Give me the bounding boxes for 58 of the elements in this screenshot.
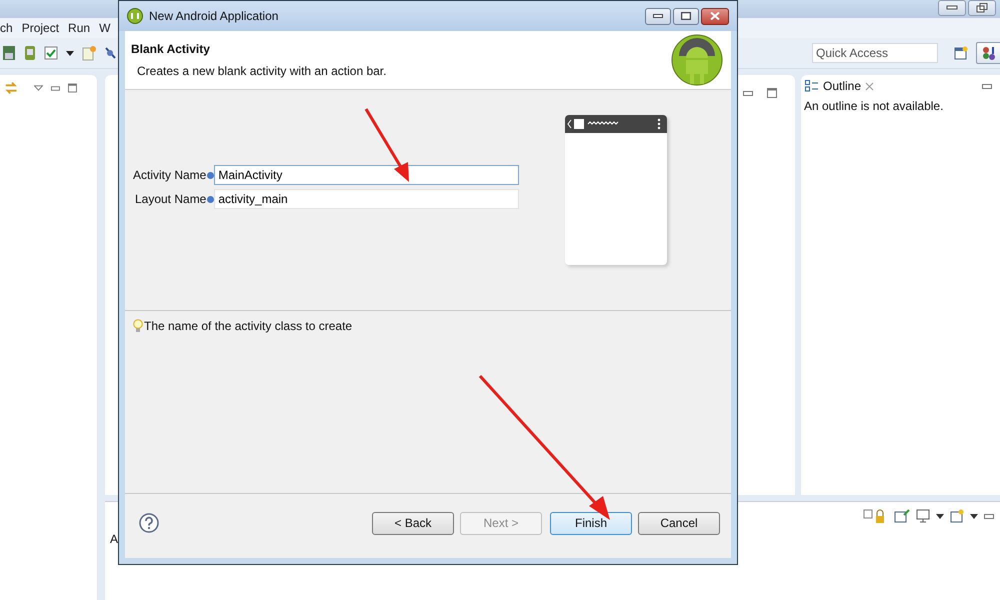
quick-access-field[interactable]: Quick Access: [812, 43, 938, 63]
device-icon[interactable]: [24, 45, 36, 61]
download-icon[interactable]: [2, 45, 16, 61]
minimize-icon[interactable]: [743, 90, 753, 96]
menu-item[interactable]: Run: [68, 21, 90, 35]
perspective-button[interactable]: [976, 42, 1000, 64]
action-bar-drawing: [567, 118, 621, 130]
page-title: Blank Activity: [131, 42, 211, 56]
restore-button[interactable]: [968, 0, 996, 16]
minimize-icon[interactable]: [51, 86, 60, 90]
minimize-button[interactable]: [645, 8, 671, 24]
close-icon[interactable]: [865, 82, 874, 90]
dropdown-icon[interactable]: [936, 514, 944, 518]
maximize-icon[interactable]: [767, 88, 777, 98]
menu-item[interactable]: ch: [0, 21, 13, 35]
perspective-icon: [981, 45, 997, 61]
minimize-icon: [653, 14, 663, 18]
menu-item[interactable]: Project: [22, 21, 60, 35]
help-icon[interactable]: [139, 513, 159, 533]
dialog-button[interactable]: Cancel: [638, 512, 720, 534]
field-label: Activity Name: [133, 168, 206, 182]
monitor-icon[interactable]: [916, 509, 930, 523]
pin-window-icon[interactable]: [894, 509, 910, 523]
dialog-button[interactable]: Finish: [550, 512, 632, 534]
open-perspective-icon[interactable]: [954, 46, 968, 60]
dropdown-icon[interactable]: [66, 50, 74, 56]
field-label: Layout Name: [134, 192, 206, 206]
restore-icon: [976, 3, 988, 13]
android-logo: [671, 34, 723, 86]
view-menu-icon[interactable]: [34, 85, 44, 91]
info-icon: [207, 196, 214, 202]
overflow-menu-icon: [657, 118, 661, 130]
dialog-button[interactable]: < Back: [372, 512, 454, 534]
minimize-icon[interactable]: [982, 84, 992, 88]
android-icon: [127, 8, 143, 24]
info-icon: [207, 172, 214, 178]
close-button[interactable]: [701, 8, 729, 24]
hint-text: The name of the activity class to create: [144, 319, 352, 333]
text-field[interactable]: activity_main: [214, 189, 520, 209]
outline-tab[interactable]: Outline: [805, 79, 874, 93]
checkbox-icon[interactable]: [44, 46, 58, 60]
minimize-icon: [946, 5, 958, 11]
maximize-icon: [681, 12, 691, 20]
new-window-icon[interactable]: [950, 509, 964, 523]
outline-icon: [805, 80, 819, 92]
maximize-button[interactable]: [673, 8, 699, 24]
dropdown-icon[interactable]: [970, 514, 978, 518]
menu-item[interactable]: W: [99, 21, 110, 35]
console-text: A: [109, 532, 120, 546]
outline-message: An outline is not available.: [803, 99, 944, 113]
maximize-icon[interactable]: [68, 83, 77, 93]
page-description: Creates a new blank activity with an action bar.: [136, 64, 388, 78]
text-field[interactable]: MainActivity: [214, 165, 520, 185]
lightbulb-icon: [133, 319, 143, 333]
window-title: New Android Application: [149, 9, 278, 23]
minimize-button[interactable]: [938, 0, 966, 16]
minimize-icon[interactable]: [984, 514, 994, 518]
close-icon: [710, 12, 720, 20]
